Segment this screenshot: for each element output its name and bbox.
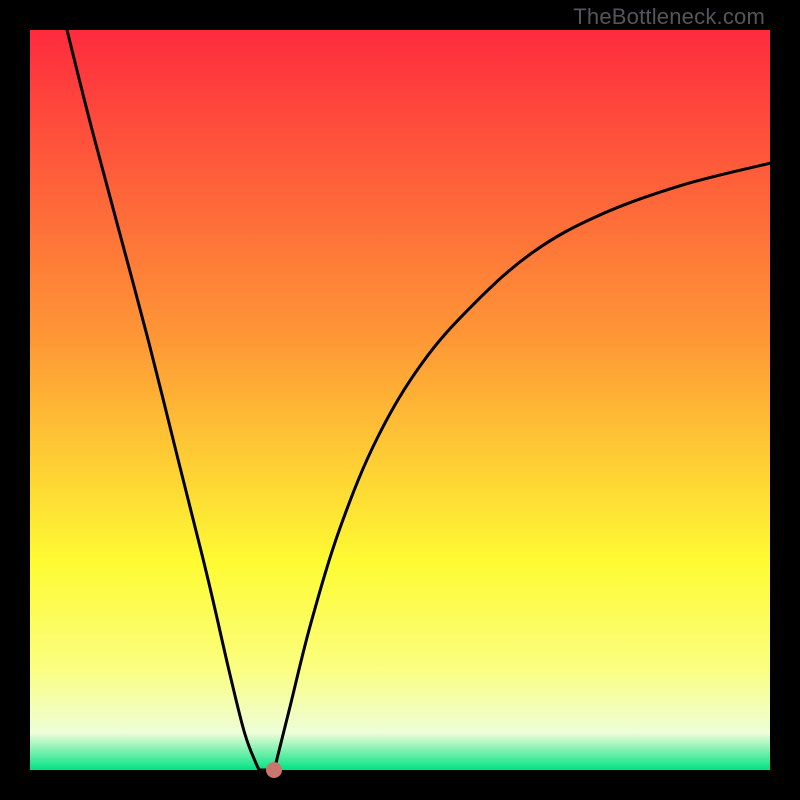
- gradient-background: [30, 30, 770, 770]
- watermark-text: TheBottleneck.com: [573, 4, 765, 30]
- chart-frame: [30, 30, 770, 770]
- chart-svg: [30, 30, 770, 770]
- minimum-marker: [266, 762, 282, 778]
